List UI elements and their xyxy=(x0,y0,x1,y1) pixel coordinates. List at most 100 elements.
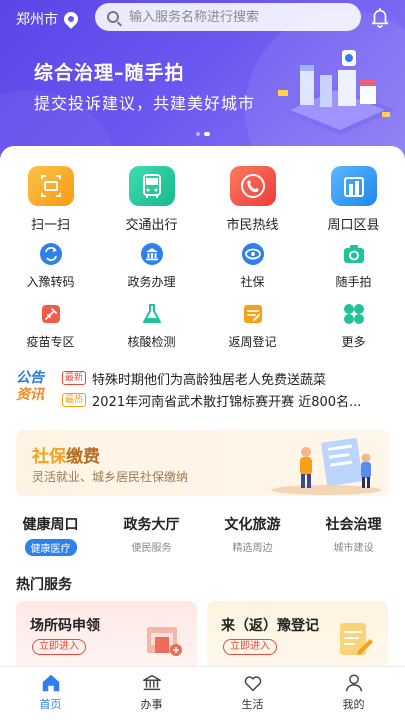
service-hotline[interactable]: 市民热线 xyxy=(202,166,303,233)
service-label: 更多 xyxy=(341,335,366,349)
hot-services-heading: 热门服务 xyxy=(16,577,72,593)
category-government-hall[interactable]: 政务大厅 便民服务 xyxy=(101,514,202,556)
carousel-dot xyxy=(196,132,200,136)
service-nucleic-test[interactable]: 核酸检测 xyxy=(101,302,202,350)
tab-label: 生活 xyxy=(241,698,264,711)
user-icon xyxy=(345,674,362,692)
service-label: 入豫转码 xyxy=(26,275,75,289)
service-label: 核酸检测 xyxy=(127,335,176,349)
flask-icon xyxy=(142,304,161,323)
people-with-document-icon xyxy=(271,437,381,495)
carousel-indicator xyxy=(196,132,210,136)
category-tabs: 健康周口 健康医疗 政务大厅 便民服务 文化旅游 精选周边 社会治理 城市建设 xyxy=(0,514,405,556)
service-label: 周口区县 xyxy=(327,218,380,233)
city-buildings-icon xyxy=(330,166,377,206)
service-transcode[interactable]: 入豫转码 xyxy=(0,242,101,290)
register-icon xyxy=(243,305,262,323)
bottom-tab-bar: 首页 办事 生活 我的 xyxy=(0,666,405,720)
service-snapshot[interactable]: 随手拍 xyxy=(303,242,404,290)
city-selector[interactable]: 郑州市 xyxy=(16,9,81,29)
tab-profile[interactable]: 我的 xyxy=(303,667,404,720)
government-icon xyxy=(140,243,163,265)
tab-label: 办事 xyxy=(140,698,163,711)
news-item[interactable]: 最热 2021年河南省武术散打锦标赛开赛 近800名... xyxy=(62,390,392,410)
hot-service-return-register[interactable]: 来（返）豫登记 立即进入 xyxy=(207,601,388,671)
bus-icon xyxy=(128,166,175,206)
banner-title: 综合治理–随手拍 xyxy=(34,62,185,84)
service-label: 社保 xyxy=(240,275,265,289)
camera-icon xyxy=(343,245,364,263)
tab-label: 首页 xyxy=(39,698,62,711)
storefront-icon xyxy=(147,627,182,656)
service-districts[interactable]: 周口区县 xyxy=(303,166,404,233)
category-subtitle: 便民服务 xyxy=(131,543,172,554)
service-transport[interactable]: 交通出行 xyxy=(101,166,202,233)
hot-service-title: 场所码申领 xyxy=(30,618,100,634)
hot-service-venue-code[interactable]: 场所码申领 立即进入 xyxy=(16,601,197,671)
service-more[interactable]: 更多 xyxy=(303,302,404,350)
vaccine-icon xyxy=(41,305,60,323)
service-label: 返周登记 xyxy=(228,335,277,349)
badge-newest: 最新 xyxy=(62,371,87,385)
services-row-2: 疫苗专区 核酸检测 返周登记 更多 xyxy=(0,302,405,350)
badge-hottest: 最热 xyxy=(62,393,87,407)
news-headline: 2021年河南省武术散打锦标赛开赛 近800名... xyxy=(92,394,362,410)
category-subtitle-selected: 健康医疗 xyxy=(24,539,77,556)
hotline-icon xyxy=(229,166,276,206)
home-icon xyxy=(42,674,59,692)
search-input[interactable] xyxy=(129,9,349,25)
service-government[interactable]: 政务办理 xyxy=(101,242,202,290)
more-icon xyxy=(343,304,364,324)
tab-home[interactable]: 首页 xyxy=(0,667,101,720)
service-label: 疫苗专区 xyxy=(26,335,75,349)
category-title: 政务大厅 xyxy=(123,517,180,533)
main-content: 扫一扫 交通出行 市民热线 周口区县 入豫转码 政务办理 社保 随手拍 疫苗专区… xyxy=(0,146,405,671)
category-title: 社会治理 xyxy=(325,517,382,533)
news-ticker: 公告 资讯 最新 特殊时期他们为高龄独居老人免费送蔬菜 最热 2021年河南省武… xyxy=(16,368,391,412)
search-icon xyxy=(107,11,119,23)
tab-label: 我的 xyxy=(342,698,365,711)
service-label: 市民热线 xyxy=(226,218,279,233)
news-item[interactable]: 最新 特殊时期他们为高龄独居老人免费送蔬菜 xyxy=(62,368,392,388)
government-building-icon xyxy=(142,674,161,691)
city-illustration-icon xyxy=(278,50,395,135)
services-row-1: 入豫转码 政务办理 社保 随手拍 xyxy=(0,242,405,290)
service-scan[interactable]: 扫一扫 xyxy=(0,166,101,233)
category-title: 健康周口 xyxy=(22,517,79,533)
category-culture-tourism[interactable]: 文化旅游 精选周边 xyxy=(202,514,303,556)
service-label: 随手拍 xyxy=(335,275,372,289)
social-security-icon xyxy=(241,243,264,265)
service-return-register[interactable]: 返周登记 xyxy=(202,302,303,350)
service-label: 交通出行 xyxy=(125,218,178,233)
service-label: 政务办理 xyxy=(127,275,176,289)
news-headline: 特殊时期他们为高龄独居老人免费送蔬菜 xyxy=(92,372,327,388)
primary-services: 扫一扫 交通出行 市民热线 周口区县 xyxy=(0,166,405,233)
scan-icon xyxy=(27,166,74,206)
hot-service-title: 来（返）豫登记 xyxy=(221,618,319,634)
form-edit-icon xyxy=(340,623,373,655)
hero-banner[interactable]: 郑州市 综合治理–随手拍 提交投诉建议，共建美好城市 xyxy=(0,0,405,160)
heart-icon xyxy=(244,676,261,692)
enter-button[interactable]: 立即进入 xyxy=(223,639,277,655)
notification-bell-icon[interactable] xyxy=(369,6,391,28)
service-label: 扫一扫 xyxy=(30,218,70,233)
social-security-subtitle: 灵活就业、城乡居民社保缴纳 xyxy=(32,470,189,484)
news-logo: 公告 资讯 xyxy=(16,370,44,403)
enter-button[interactable]: 立即进入 xyxy=(32,639,86,655)
carousel-dot-active xyxy=(204,132,210,136)
category-subtitle: 城市建设 xyxy=(333,543,374,554)
tab-life[interactable]: 生活 xyxy=(202,667,303,720)
service-vaccine[interactable]: 疫苗专区 xyxy=(0,302,101,350)
category-health[interactable]: 健康周口 健康医疗 xyxy=(0,514,101,556)
service-social-security[interactable]: 社保 xyxy=(202,242,303,290)
search-bar[interactable] xyxy=(95,3,361,31)
category-subtitle: 精选周边 xyxy=(232,543,273,554)
transcode-icon xyxy=(39,243,62,265)
category-social-governance[interactable]: 社会治理 城市建设 xyxy=(303,514,404,556)
banner-subtitle: 提交投诉建议，共建美好城市 xyxy=(34,94,256,113)
top-bar: 郑州市 xyxy=(0,0,405,34)
city-name: 郑州市 xyxy=(16,12,58,28)
social-security-banner[interactable]: 社保缴费 灵活就业、城乡居民社保缴纳 xyxy=(16,430,389,496)
location-pin-icon xyxy=(61,9,81,29)
tab-services[interactable]: 办事 xyxy=(101,667,202,720)
